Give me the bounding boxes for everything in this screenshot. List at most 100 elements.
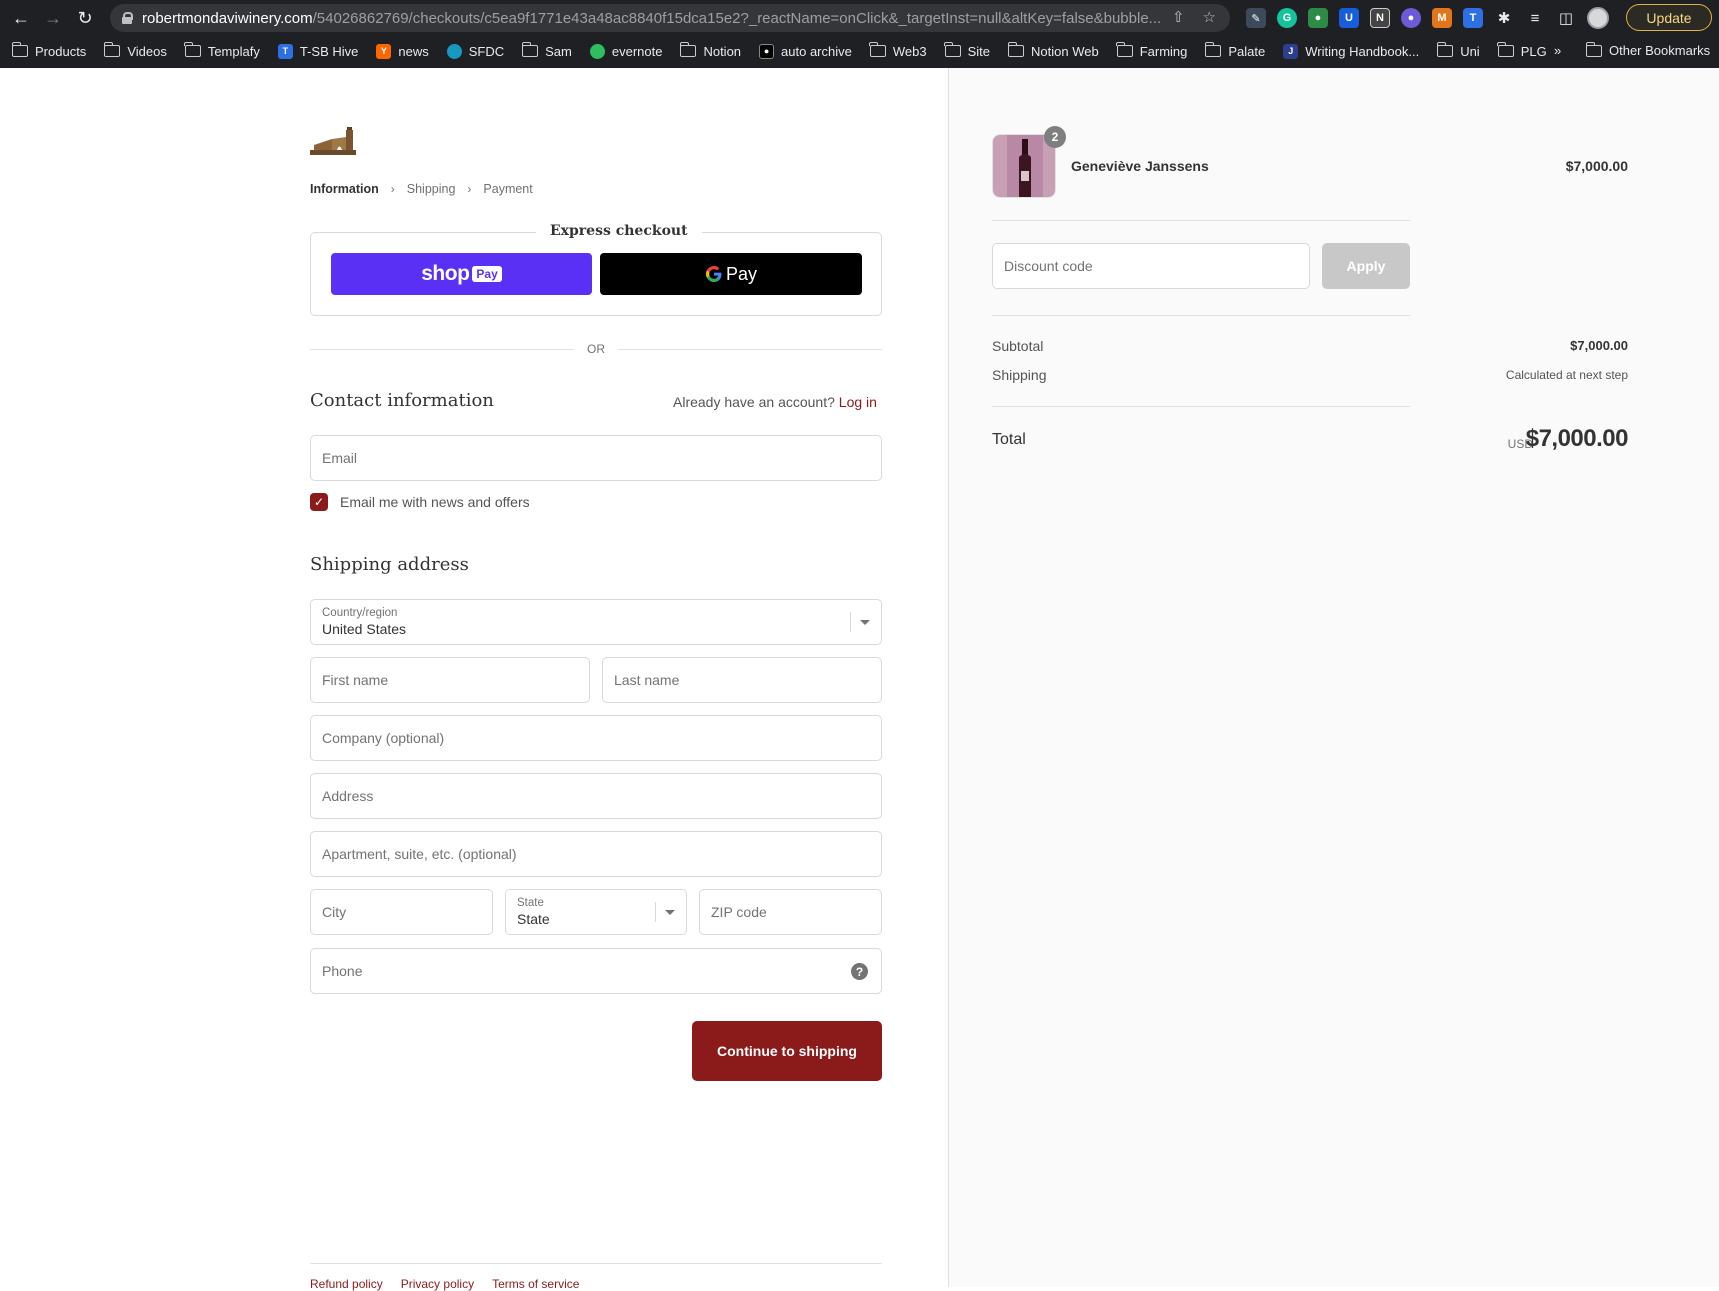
bookmark-sam[interactable]: Sam <box>521 42 572 59</box>
breadcrumb-payment: Payment <box>483 182 533 196</box>
subtotal-value: $7,000.00 <box>1570 338 1628 353</box>
address-field[interactable]: Address <box>310 773 882 819</box>
share-icon[interactable]: ⇧ <box>1172 8 1185 26</box>
address-bar[interactable]: robertmondaviwinery.com /54026862769/che… <box>110 4 1230 32</box>
discount-code-placeholder: Discount code <box>1004 258 1093 274</box>
shop-pay-logo: shop <box>421 262 470 285</box>
phone-field[interactable]: Phone ? <box>310 948 882 994</box>
terms-of-service-link[interactable]: Terms of service <box>492 1277 579 1291</box>
product-price: $7,000.00 <box>1565 158 1628 174</box>
privacy-policy-link[interactable]: Privacy policy <box>401 1277 474 1291</box>
select-divider <box>655 902 656 922</box>
notion-icon[interactable]: N <box>1370 8 1390 28</box>
extension-pen-icon[interactable]: ✎ <box>1246 8 1266 28</box>
or-label: OR <box>587 342 605 356</box>
bookmark-products[interactable]: Products <box>11 42 86 59</box>
newsletter-option[interactable]: ✓ Email me with news and offers <box>310 493 530 511</box>
folder-icon <box>1204 42 1222 57</box>
order-summary: 2 Geneviève Janssens $7,000.00 Discount … <box>948 68 1719 1287</box>
other-bookmarks[interactable]: Other Bookmarks <box>1585 41 1710 58</box>
browser-chrome: ← → ↻ robertmondaviwinery.com /540268627… <box>0 0 1719 68</box>
apartment-field[interactable]: Apartment, suite, etc. (optional) <box>310 831 882 877</box>
bookmark-news[interactable]: Ynews <box>376 43 429 59</box>
zip-field[interactable]: ZIP code <box>699 889 882 935</box>
country-label: Country/region <box>322 607 398 619</box>
apartment-placeholder: Apartment, suite, etc. (optional) <box>322 846 517 862</box>
company-field[interactable]: Company (optional) <box>310 715 882 761</box>
bookmark-templafy[interactable]: Templafy <box>184 42 260 59</box>
bookmark-palate[interactable]: Palate <box>1204 42 1265 59</box>
metamask-icon[interactable]: M <box>1432 8 1452 28</box>
total-label: Total <box>992 431 1026 448</box>
shipping-label: Shipping <box>992 367 1047 383</box>
google-pay-button[interactable]: Pay <box>600 253 862 295</box>
country-select[interactable]: Country/region United States <box>310 599 882 645</box>
summary-divider <box>992 220 1410 221</box>
divider-line <box>618 349 882 350</box>
bookmark-notion-web[interactable]: Notion Web <box>1007 42 1099 59</box>
city-field[interactable]: City <box>310 889 493 935</box>
bookmark-writing-handbook[interactable]: J Writing Handbook... <box>1283 43 1419 59</box>
winery-logo[interactable] <box>310 124 356 156</box>
breadcrumb-information[interactable]: Information <box>310 182 379 196</box>
state-select[interactable]: State State <box>505 889 687 935</box>
bookmark-plg[interactable]: PLG <box>1497 42 1547 59</box>
bookmark-notion[interactable]: Notion <box>679 42 741 59</box>
extension-purple-icon[interactable]: ● <box>1401 8 1421 28</box>
star-icon[interactable]: ☆ <box>1203 8 1216 26</box>
account-prompt-text: Already have an account? <box>673 394 835 410</box>
folder-icon <box>103 42 121 57</box>
checkout-page: Information › Shipping › Payment Express… <box>0 68 1719 1291</box>
bookmark-auto-archive[interactable]: ● auto archive <box>759 43 852 59</box>
discount-code-field[interactable]: Discount code <box>992 243 1310 289</box>
extension-green-icon[interactable]: ● <box>1308 8 1328 28</box>
omnibox-actions: ⇧ ☆ <box>1172 8 1216 26</box>
bookmark-evernote[interactable]: evernote <box>589 43 662 59</box>
lock-icon <box>122 12 133 24</box>
bookmarks-overflow-button[interactable]: » <box>1554 43 1561 58</box>
bitwarden-icon[interactable]: U <box>1339 8 1359 28</box>
shop-pay-button[interactable]: shop Pay <box>331 253 592 295</box>
continue-to-shipping-button[interactable]: Continue to shipping <box>692 1021 882 1081</box>
bookmark-sfdc[interactable]: SFDC <box>446 43 504 59</box>
last-name-field[interactable]: Last name <box>602 657 882 703</box>
back-icon[interactable]: ← <box>8 5 34 31</box>
medium-icon: ● <box>759 43 775 59</box>
profile-avatar[interactable] <box>1587 7 1609 29</box>
folder-icon <box>1497 42 1514 57</box>
browser-toolbar: ← → ↻ robertmondaviwinery.com /540268627… <box>0 0 1719 36</box>
refund-policy-link[interactable]: Refund policy <box>310 1277 383 1291</box>
newsletter-checkbox[interactable]: ✓ <box>310 493 328 511</box>
bookmark-videos[interactable]: Videos <box>103 42 167 59</box>
forward-icon[interactable]: → <box>40 5 66 31</box>
chevron-down-icon <box>860 620 870 625</box>
bookmark-tsb-hive[interactable]: T T-SB Hive <box>277 43 358 59</box>
google-g-icon <box>705 266 722 282</box>
extension-t-icon[interactable]: T <box>1463 8 1483 28</box>
help-icon[interactable]: ? <box>851 963 868 980</box>
folder-icon <box>521 42 539 57</box>
folder-icon <box>1436 42 1454 57</box>
zip-placeholder: ZIP code <box>711 904 767 920</box>
bookmark-web3[interactable]: Web3 <box>869 42 927 59</box>
footer-links: Refund policy Privacy policy Terms of se… <box>310 1277 579 1291</box>
express-checkout-title: Express checkout <box>536 223 702 239</box>
apply-button[interactable]: Apply <box>1322 243 1410 289</box>
login-link[interactable]: Log in <box>839 394 877 410</box>
product-name: Geneviève Janssens <box>1071 158 1209 174</box>
email-placeholder: Email <box>322 450 358 466</box>
checkout-main: Information › Shipping › Payment Express… <box>0 68 948 1291</box>
bookmark-uni[interactable]: Uni <box>1436 42 1480 59</box>
bookmark-site[interactable]: Site <box>944 42 990 59</box>
bookmark-farming[interactable]: Farming <box>1116 42 1187 59</box>
first-name-field[interactable]: First name <box>310 657 590 703</box>
email-field[interactable]: Email <box>310 435 882 481</box>
puzzle-icon[interactable]: ✱ <box>1494 8 1514 28</box>
address-placeholder: Address <box>322 788 374 804</box>
folder-icon <box>679 42 697 57</box>
reading-list-icon[interactable]: ≡ <box>1525 8 1545 28</box>
sidebar-icon[interactable]: ◫ <box>1556 8 1576 28</box>
reload-icon[interactable]: ↻ <box>72 5 98 31</box>
update-button[interactable]: Update <box>1626 4 1712 31</box>
grammarly-icon[interactable]: G <box>1277 8 1297 28</box>
